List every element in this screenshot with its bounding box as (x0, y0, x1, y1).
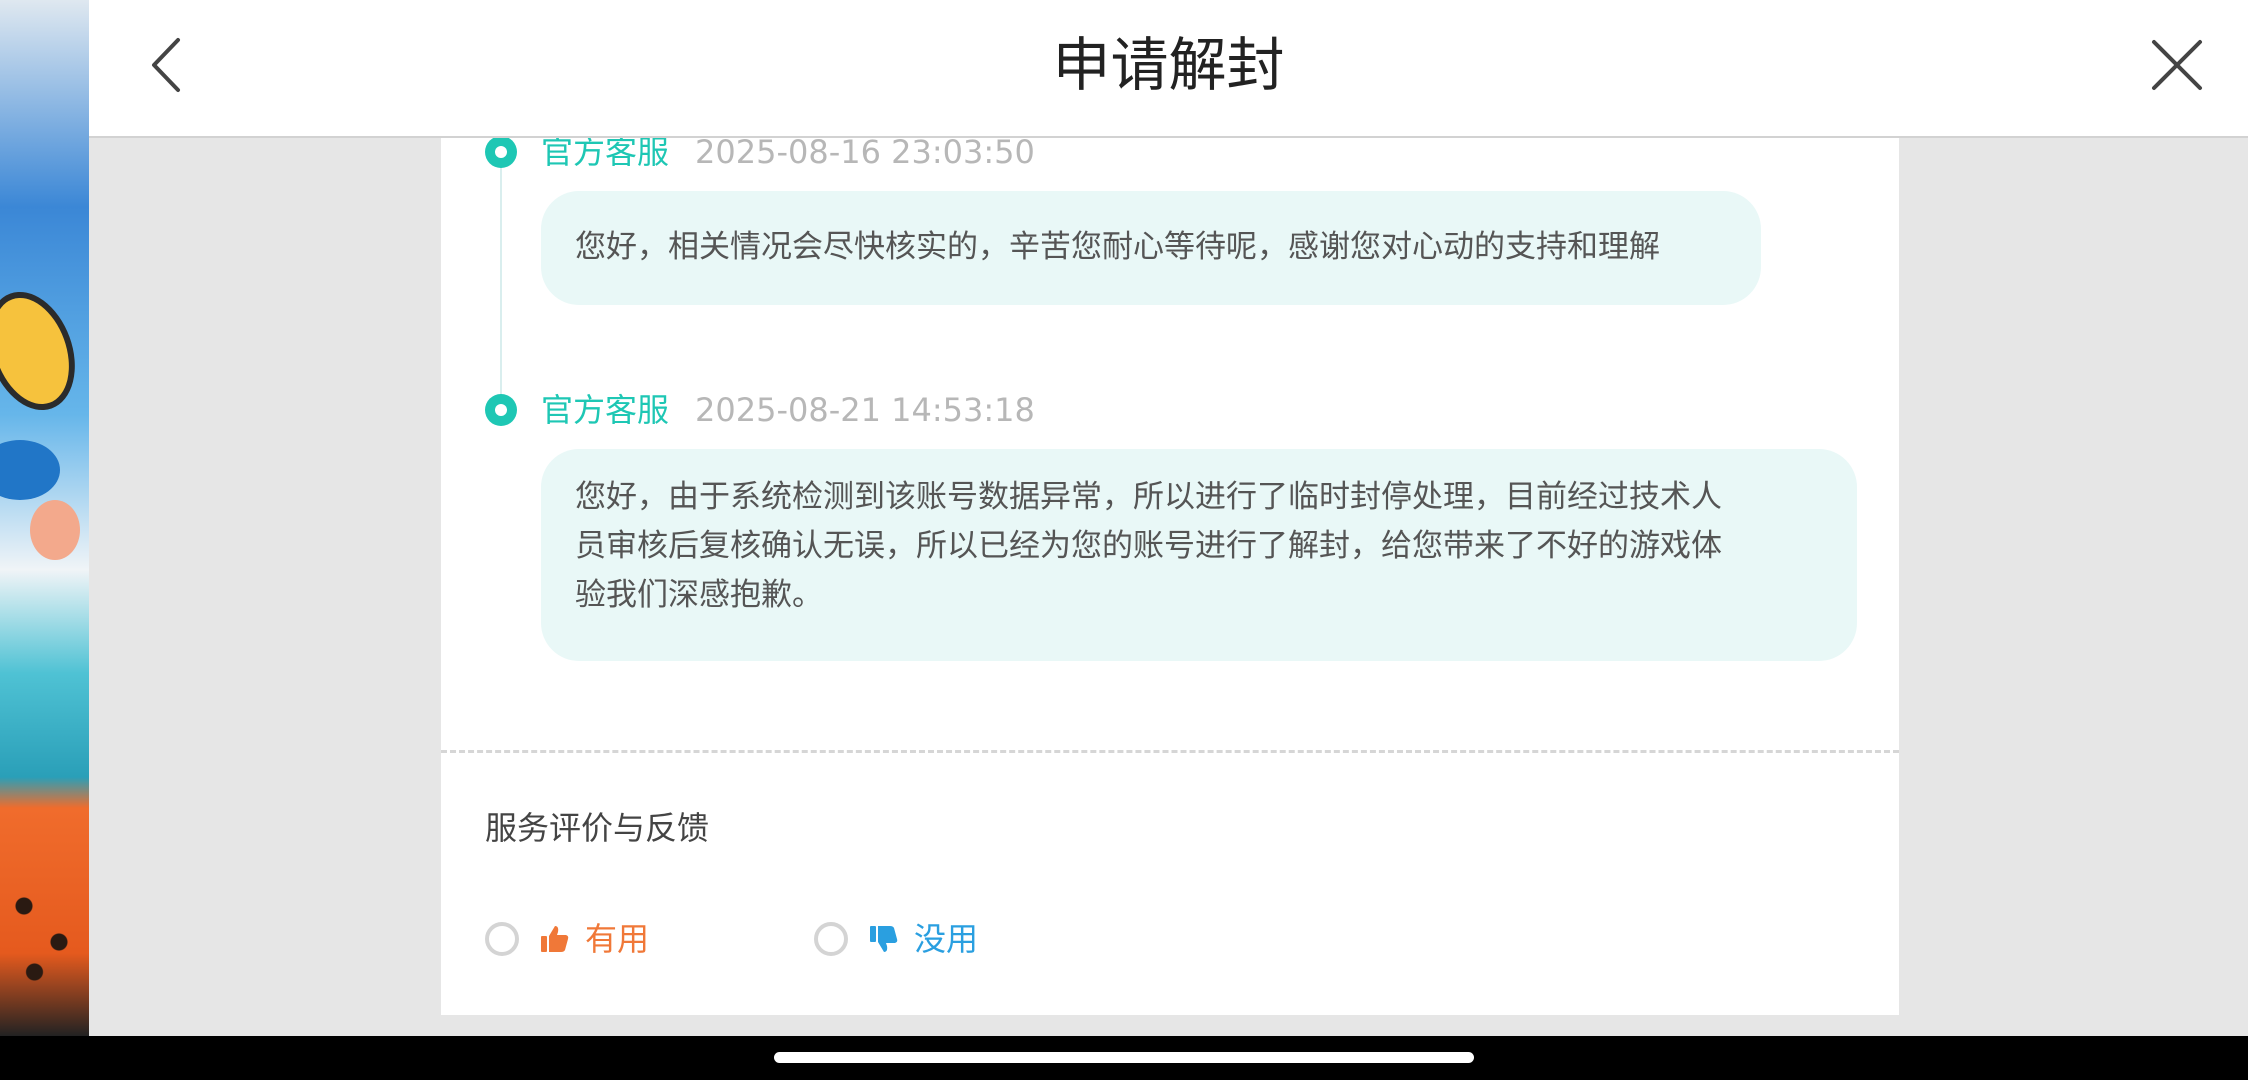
timeline-line (500, 158, 502, 398)
thumbs-up-icon (541, 926, 569, 952)
game-art-shape (10, 870, 80, 990)
timeline-dot-icon (485, 138, 517, 168)
game-art-shape (0, 440, 60, 500)
page-title: 申请解封 (1052, 31, 1285, 99)
useless-label: 没用 (914, 920, 979, 958)
game-art-shape (30, 500, 80, 560)
top-bar: 申请解封 (89, 0, 2248, 138)
message-time: 2025-08-21 14:53:18 (695, 391, 1035, 429)
message-text-line: 您好，由于系统检测到该账号数据异常，所以进行了临时封停处理，目前经过技术人 (575, 479, 1722, 515)
message-time: 2025-08-16 23:03:50 (695, 138, 1035, 171)
close-button[interactable] (2142, 30, 2212, 100)
useful-option[interactable]: 有用 (485, 914, 649, 964)
message-bubble: 您好，相关情况会尽快核实的，辛苦您耐心等待呢，感谢您对心动的支持和理解 (541, 191, 1761, 305)
message-bubble: 您好，由于系统检测到该账号数据异常，所以进行了临时封停处理，目前经过技术人 员审… (541, 449, 1857, 661)
thumbs-down-icon (870, 926, 898, 952)
game-art-fish (0, 279, 89, 423)
radio-button[interactable] (814, 922, 848, 956)
useful-label: 有用 (585, 920, 650, 958)
ticket-card: 官方客服 2025-08-16 23:03:50 您好，相关情况会尽快核实的，辛… (441, 138, 1899, 1015)
message-text-line: 验我们深感抱歉。 (575, 577, 823, 613)
message-sender: 官方客服 (541, 391, 670, 429)
divider (441, 750, 1899, 753)
message-sender: 官方客服 (541, 138, 670, 171)
home-indicator[interactable] (774, 1052, 1474, 1063)
message-text: 您好，相关情况会尽快核实的，辛苦您耐心等待呢，感谢您对心动的支持和理解 (575, 229, 1660, 265)
useless-option[interactable]: 没用 (814, 914, 978, 964)
feedback-title: 服务评价与反馈 (485, 809, 710, 847)
radio-button[interactable] (485, 922, 519, 956)
background-game-art (0, 0, 89, 1036)
message-text-line: 员审核后复核确认无误，所以已经为您的账号进行了解封，给您带来了不好的游戏体 (575, 528, 1722, 564)
close-icon (2152, 40, 2202, 90)
timeline-dot-icon (485, 394, 517, 426)
